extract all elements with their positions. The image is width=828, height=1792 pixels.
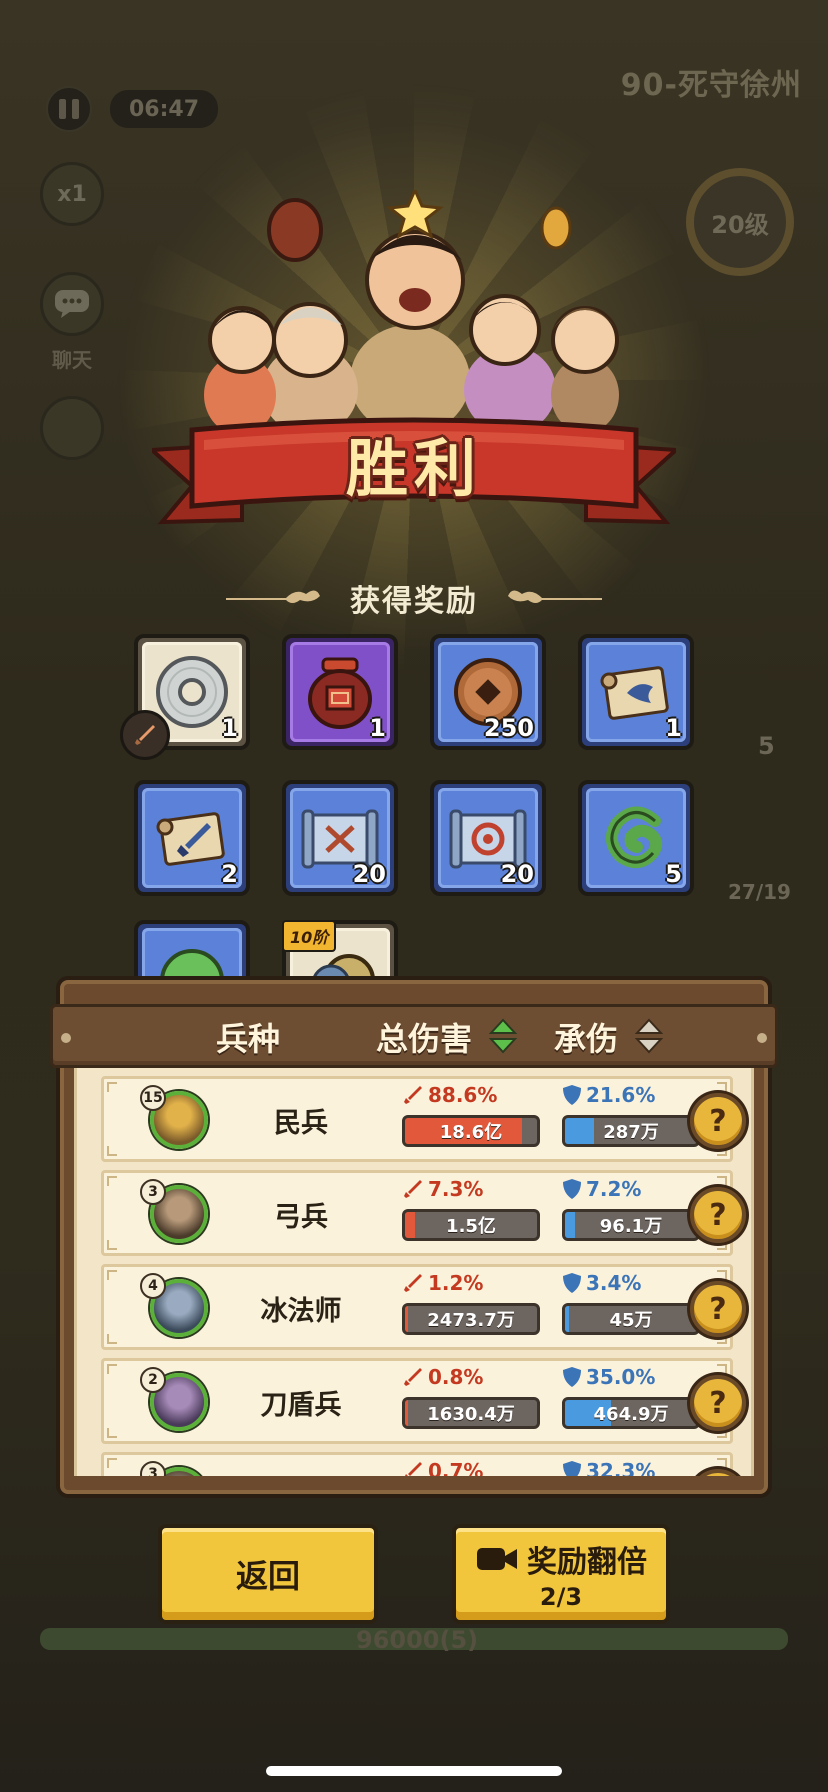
player-level-ring: 20级 [686,168,794,276]
shield-icon [563,1367,581,1387]
column-unit: 兵种 [216,1020,281,1058]
cloud-ornament-right-icon [508,590,602,603]
sword-badge-icon [120,710,170,760]
reward-item[interactable]: 20 [430,780,546,896]
unit-stat-row: 3 弓兵 7.3% 1.5亿 7.2% 96.1万 ? [101,1170,746,1256]
shield-icon [563,1273,581,1293]
sword-icon [404,1274,422,1292]
bottom-score: 96000(5) [356,1626,479,1654]
victory-title: 胜利 [345,432,482,505]
sword-icon [404,1180,422,1198]
column-taken[interactable]: 承伤 [554,1014,618,1060]
reward-item[interactable]: 1 [578,634,694,750]
home-indicator [266,1766,562,1776]
taken-percent: 35.0% [562,1365,655,1389]
unit-name: 民兵 [274,1108,328,1139]
taken-bar: 96.1万 [562,1209,700,1241]
taken-percent: 21.6% [562,1083,655,1107]
taken-percent: 7.2% [562,1177,641,1201]
unit-level-badge: 3 [140,1461,166,1476]
help-button[interactable]: ? [690,1093,746,1149]
stage-title: 90-死守徐州 [620,68,802,103]
unit-stat-row: 3 0.7% 32.3% ? [101,1452,746,1476]
stats-list[interactable]: 15 民兵 88.6% 18.6亿 21.6% 287万 ? 3 弓兵 7.3%… [74,1068,754,1476]
damage-bar: 18.6亿 [402,1115,540,1147]
help-button[interactable]: ? [690,1187,746,1243]
pause-icon [59,99,66,119]
back-button[interactable]: 返回 [158,1524,378,1624]
unit-name: 弓兵 [274,1202,328,1233]
unit-level-badge: 15 [140,1085,166,1111]
unit-stat-row: 15 民兵 88.6% 18.6亿 21.6% 287万 ? [101,1076,746,1162]
double-reward-count: 2/3 [539,1583,583,1611]
speed-button[interactable]: x1 [40,162,104,226]
sword-icon [404,1368,422,1386]
help-button[interactable]: ? [690,1281,746,1337]
chat-label: 聊天 [52,348,92,372]
chat-button[interactable] [40,272,104,336]
double-reward-button[interactable]: 奖励翻倍 2/3 [452,1524,670,1624]
unit-stat-row: 2 刀盾兵 0.8% 1630.4万 35.0% 464.9万 ? [101,1358,746,1444]
damage-bar: 1630.4万 [402,1397,540,1429]
damage-percent: 88.6% [402,1083,497,1107]
taken-percent: 3.4% [562,1271,641,1295]
reward-item[interactable]: 250 [430,634,546,750]
side-counter: 5 [758,732,775,760]
tier-tag: 10阶 [282,920,337,952]
reward-item[interactable]: 20 [282,780,398,896]
reward-item[interactable]: 2 [134,780,250,896]
taken-bar: 464.9万 [562,1397,700,1429]
sort-taken-icon[interactable] [634,1016,664,1056]
unit-level-badge: 3 [140,1179,166,1205]
video-camera-icon [477,1548,517,1570]
unit-name: 冰法师 [260,1296,342,1327]
taken-bar: 45万 [562,1303,700,1335]
damage-bar: 1.5亿 [402,1209,540,1241]
damage-percent: 0.7% [402,1459,483,1476]
column-damage[interactable]: 总伤害 [376,1014,472,1060]
sort-damage-icon[interactable] [488,1016,518,1056]
pause-button[interactable] [46,86,92,132]
chat-icon [55,290,89,318]
reward-item[interactable]: 5 [578,780,694,896]
double-reward-label: 奖励翻倍 [527,1545,647,1580]
unit-stat-row: 4 冰法师 1.2% 2473.7万 3.4% 45万 ? [101,1264,746,1350]
taken-percent: 32.3% [562,1459,655,1476]
unit-name: 刀盾兵 [260,1390,342,1421]
unit-level-badge: 2 [140,1367,166,1393]
damage-percent: 0.8% [402,1365,483,1389]
reward-item[interactable]: 1 [282,634,398,750]
unit-level-badge: 4 [140,1273,166,1299]
taken-bar: 287万 [562,1115,700,1147]
rewards-heading: 获得奖励 [350,584,478,619]
side-counter-2: 27/19 [728,880,791,904]
damage-percent: 7.3% [402,1177,483,1201]
damage-bar: 2473.7万 [402,1303,540,1335]
shield-icon [563,1179,581,1199]
help-button[interactable]: ? [690,1469,746,1476]
sword-icon [405,1462,422,1476]
shield-icon [563,1085,581,1105]
battle-timer: 06:47 [110,90,218,128]
sword-icon [404,1086,422,1104]
help-button[interactable]: ? [690,1375,746,1431]
damage-percent: 1.2% [402,1271,483,1295]
shield-icon [563,1461,581,1476]
